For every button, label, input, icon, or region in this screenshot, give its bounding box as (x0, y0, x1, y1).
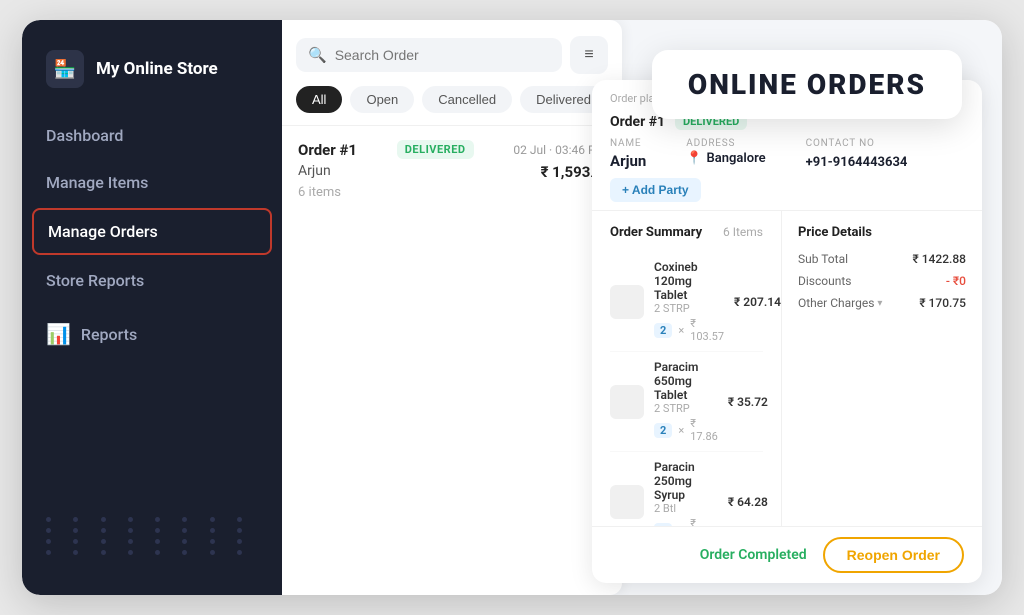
reports-label: Reports (81, 325, 137, 344)
search-bar: 🔍 ≡ (282, 20, 622, 86)
address-label: ADDRESS (686, 138, 765, 149)
order-list-panel: 🔍 ≡ All Open Cancelled Delivered Order #… (282, 20, 622, 595)
filter-button[interactable]: ≡ (570, 36, 608, 74)
tab-open[interactable]: Open (350, 86, 414, 113)
contact-value: +91-9164443634 (806, 155, 908, 170)
search-input-wrap: 🔍 (296, 38, 562, 72)
customer-name: Arjun (610, 152, 646, 170)
item-total: ₹ 207.14 (734, 295, 781, 309)
order-summary-title: Order Summary (610, 225, 702, 240)
item-name: Paracim 650mg Tablet (654, 360, 718, 402)
tab-cancelled[interactable]: Cancelled (422, 86, 512, 113)
detail-order-num: Order #1 (610, 114, 665, 130)
other-charges-row: Other Charges ▾ ₹ 170.75 (798, 296, 966, 310)
price-details-section: Price Details Sub Total ₹ 1422.88 Discou… (782, 211, 982, 526)
order-card[interactable]: Order #1 DELIVERED 02 Jul · 03:46 PM Arj… (282, 125, 622, 214)
order-item-row: Coxineb 120mg Tablet 2 STRP 2 × ₹ 103.57… (610, 252, 763, 352)
name-label: NAME (610, 138, 646, 149)
item-sub: 2 STRP (654, 402, 718, 415)
unit-price: ₹ 32.14 (690, 517, 718, 526)
item-info: Coxineb 120mg Tablet 2 STRP 2 × ₹ 103.57 (654, 260, 724, 343)
store-icon: 🏪 (46, 50, 84, 88)
item-sub: 2 STRP (654, 302, 724, 315)
main-content: 🔍 ≡ All Open Cancelled Delivered Order #… (282, 20, 1002, 595)
search-icon: 🔍 (308, 46, 327, 64)
reopen-order-button[interactable]: Reopen Order (823, 537, 964, 573)
other-charges-label: Other Charges (798, 296, 874, 310)
main-container: 🏪 My Online Store Dashboard Manage Items… (22, 20, 1002, 595)
qty-badge: 2 (654, 323, 672, 338)
sub-total-row: Sub Total ₹ 1422.88 (798, 252, 966, 266)
sidebar-item-reports[interactable]: 📊 Reports (22, 308, 282, 360)
status-badge: DELIVERED (397, 140, 474, 159)
discounts-value: - ₹0 (946, 274, 966, 288)
item-info: Paracim 650mg Tablet 2 STRP 2 × ₹ 17.86 (654, 360, 718, 443)
online-orders-badge: ONLINE ORDERS (652, 50, 962, 119)
city-value: Bangalore (706, 151, 765, 166)
discounts-row: Discounts - ₹0 (798, 274, 966, 288)
order-item-row: Paracin 250mg Syrup 2 Btl 2 × ₹ 32.14 ₹ … (610, 452, 763, 526)
store-header: 🏪 My Online Store (22, 40, 282, 112)
order-completed-text[interactable]: Order Completed (700, 547, 807, 563)
price-details-title: Price Details (798, 225, 966, 240)
item-name: Coxineb 120mg Tablet (654, 260, 724, 302)
other-charges-value: ₹ 170.75 (919, 296, 966, 310)
item-name: Paracin 250mg Syrup (654, 460, 718, 502)
item-total: ₹ 64.28 (728, 495, 768, 509)
tab-all[interactable]: All (296, 86, 342, 113)
chevron-down-icon[interactable]: ▾ (877, 298, 882, 309)
order-footer: Order Completed Reopen Order (592, 526, 982, 583)
tabs-row: All Open Cancelled Delivered (282, 86, 622, 125)
qty-badge: 2 (654, 423, 672, 438)
sidebar: 🏪 My Online Store Dashboard Manage Items… (22, 20, 282, 595)
sidebar-item-manage-orders[interactable]: Manage Orders (32, 208, 272, 255)
contact-label: CONTACT NO (806, 138, 908, 149)
order-number: Order #1 (298, 141, 357, 159)
detail-name-field: NAME Arjun (610, 138, 646, 170)
detail-address-field: ADDRESS 📍 Bangalore (686, 138, 765, 166)
sidebar-item-store-reports[interactable]: Store Reports (22, 257, 282, 304)
order-customer: Arjun (298, 163, 331, 179)
add-party-button[interactable]: + Add Party (610, 178, 701, 202)
discounts-label: Discounts (798, 274, 851, 288)
unit-price: ₹ 17.86 (690, 417, 718, 443)
order-detail-panel: Order placed on 02 Jul 2024 · 03:46 PM O… (592, 80, 982, 583)
sidebar-item-dashboard[interactable]: Dashboard (22, 112, 282, 159)
store-name: My Online Store (96, 59, 218, 79)
search-input[interactable] (335, 47, 550, 63)
item-thumbnail (610, 385, 644, 419)
bar-chart-icon: 📊 (46, 322, 71, 346)
order-summary-section: Order Summary 6 Items Coxineb 120mg Tabl… (592, 211, 782, 526)
item-sub: 2 Btl (654, 502, 718, 515)
item-thumbnail (610, 285, 644, 319)
item-total: ₹ 35.72 (728, 395, 768, 409)
items-count-label: 6 Items (723, 225, 763, 244)
order-item-row: Paracim 650mg Tablet 2 STRP 2 × ₹ 17.86 … (610, 352, 763, 452)
online-orders-text: ONLINE ORDERS (688, 68, 926, 101)
item-thumbnail (610, 485, 644, 519)
order-items-count: 6 items (298, 185, 341, 200)
dot-grid-decoration (22, 497, 282, 575)
sub-total-label: Sub Total (798, 252, 848, 266)
order-body: Order Summary 6 Items Coxineb 120mg Tabl… (592, 211, 982, 526)
detail-contact-field: CONTACT NO +91-9164443634 (806, 138, 908, 170)
sidebar-item-manage-items[interactable]: Manage Items (22, 159, 282, 206)
sub-total-value: ₹ 1422.88 (912, 252, 966, 266)
unit-price: ₹ 103.57 (690, 317, 724, 343)
location-icon: 📍 (686, 151, 702, 166)
item-info: Paracin 250mg Syrup 2 Btl 2 × ₹ 32.14 (654, 460, 718, 526)
